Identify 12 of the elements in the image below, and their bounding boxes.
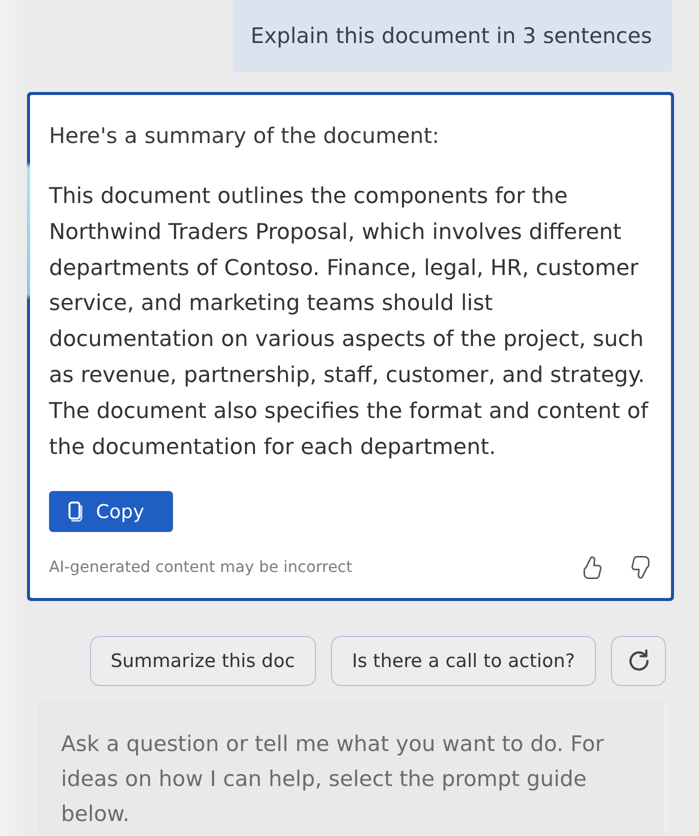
- thumbs-down-icon[interactable]: [630, 554, 652, 580]
- message-input[interactable]: Ask a question or tell me what you want to do. For ideas on how I can help, select the prompt guide below.: [35, 697, 666, 836]
- copy-button[interactable]: Copy: [49, 491, 173, 532]
- ai-disclaimer: AI-generated content may be incorrect: [49, 558, 354, 576]
- user-message-bubble: Explain this document in 3 sentences: [233, 0, 672, 72]
- thumbs-up-icon[interactable]: [581, 554, 603, 580]
- summary-heading: Here's a summary of the document:: [49, 123, 440, 151]
- suggestion-button[interactable]: Is there a call to action?: [330, 636, 596, 686]
- refresh-button[interactable]: [611, 636, 666, 686]
- suggestion-button[interactable]: Summarize this doc: [90, 636, 316, 686]
- summary-text: This document outlines the components for the Northwind Traders Proposal, which involves different departments of Contoso. Finance, legal, HR, customer service, and marketing teams should list documentation on various aspects of the project, such as revenue, partnership, staff, customer, and strategy. The document also specifies the format and content of the documentation for each department.: [49, 183, 650, 462]
- copy-icon: [68, 501, 83, 522]
